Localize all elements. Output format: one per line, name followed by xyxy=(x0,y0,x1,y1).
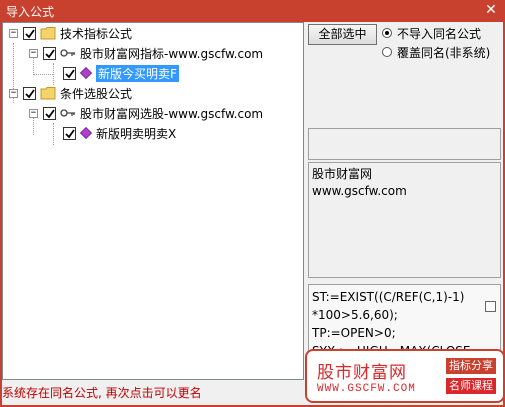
diamond-icon xyxy=(80,67,92,79)
collapse-toggle[interactable]: − xyxy=(9,89,18,98)
code-line: *100>5.6,60); xyxy=(312,308,398,322)
node-checkbox[interactable] xyxy=(63,67,76,80)
node-label: 条件选股公式 xyxy=(60,87,133,101)
dialog-body: − 技术指标公式 − 股市财富网指标-www.gscfw.com 新版今买明卖F… xyxy=(2,22,505,405)
description-panel xyxy=(308,128,501,160)
tree-node-gscfw-selection[interactable]: − 股市财富网选股-www.gscfw.com xyxy=(3,103,303,123)
tree-node-formula-f[interactable]: 新版今买明卖F xyxy=(3,63,303,83)
node-checkbox[interactable] xyxy=(23,27,36,40)
window-title: 导入公式 xyxy=(6,5,55,19)
radio-overwrite[interactable] xyxy=(382,47,392,57)
code-line: ST:=EXIST((C/REF(C,1)-1) xyxy=(312,290,465,304)
node-label-selected: 新版今买明卖F xyxy=(96,65,179,82)
tree-node-tech-indicators[interactable]: − 技术指标公式 xyxy=(3,23,303,43)
node-checkbox[interactable] xyxy=(63,127,76,140)
tree-node-formula-x[interactable]: 新版明卖明卖X xyxy=(3,123,303,143)
title-bar: 导入公式 ✕ xyxy=(0,0,505,22)
gscfw-logo: 股市财富网 WWW.GSCFW.COM 指标分享 名师课程 xyxy=(305,349,505,403)
folder-icon xyxy=(40,87,56,100)
node-checkbox[interactable] xyxy=(23,87,36,100)
collapse-toggle[interactable]: − xyxy=(9,29,18,38)
tree-node-stock-selection[interactable]: − 条件选股公式 xyxy=(3,83,303,103)
info-panel: 股市财富网 www.gscfw.com xyxy=(308,162,501,278)
formula-tree[interactable]: − 技术指标公式 − 股市财富网指标-www.gscfw.com 新版今买明卖F… xyxy=(2,22,304,380)
collapse-toggle[interactable]: − xyxy=(29,49,38,58)
select-all-button[interactable]: 全部选中 xyxy=(308,24,377,45)
logo-url: WWW.GSCFW.COM xyxy=(317,383,416,395)
node-label: 股市财富网选股-www.gscfw.com xyxy=(80,107,264,121)
folder-icon xyxy=(40,27,56,40)
diamond-icon xyxy=(80,127,92,139)
key-icon xyxy=(60,49,75,57)
logo-tag-indicator-share: 指标分享 xyxy=(446,358,496,374)
node-checkbox[interactable] xyxy=(43,107,56,120)
logo-brand: 股市财富网 xyxy=(317,363,407,383)
logo-tag-courses: 名师课程 xyxy=(446,378,496,394)
info-line-2: www.gscfw.com xyxy=(312,184,407,198)
collapse-toggle[interactable]: − xyxy=(29,109,38,118)
tree-node-gscfw-indicator[interactable]: − 股市财富网指标-www.gscfw.com xyxy=(3,43,303,63)
node-label: 技术指标公式 xyxy=(60,27,133,41)
radio-overwrite-label: 覆盖同名(非系统) xyxy=(397,46,491,60)
code-panel-checkbox[interactable] xyxy=(485,301,496,312)
node-checkbox[interactable] xyxy=(43,47,56,60)
node-label: 股市财富网指标-www.gscfw.com xyxy=(80,47,264,61)
radio-skip-duplicates-label: 不导入同名公式 xyxy=(397,27,482,41)
status-message: 系统存在同名公式, 再次点击可以更名 xyxy=(2,386,202,400)
info-line-1: 股市财富网 xyxy=(312,167,373,181)
key-icon xyxy=(60,109,75,117)
radio-skip-duplicates[interactable] xyxy=(382,28,392,38)
code-line: TP:=OPEN>0; xyxy=(312,326,396,340)
close-icon[interactable]: ✕ xyxy=(483,2,499,18)
node-label: 新版明卖明卖X xyxy=(96,127,177,141)
